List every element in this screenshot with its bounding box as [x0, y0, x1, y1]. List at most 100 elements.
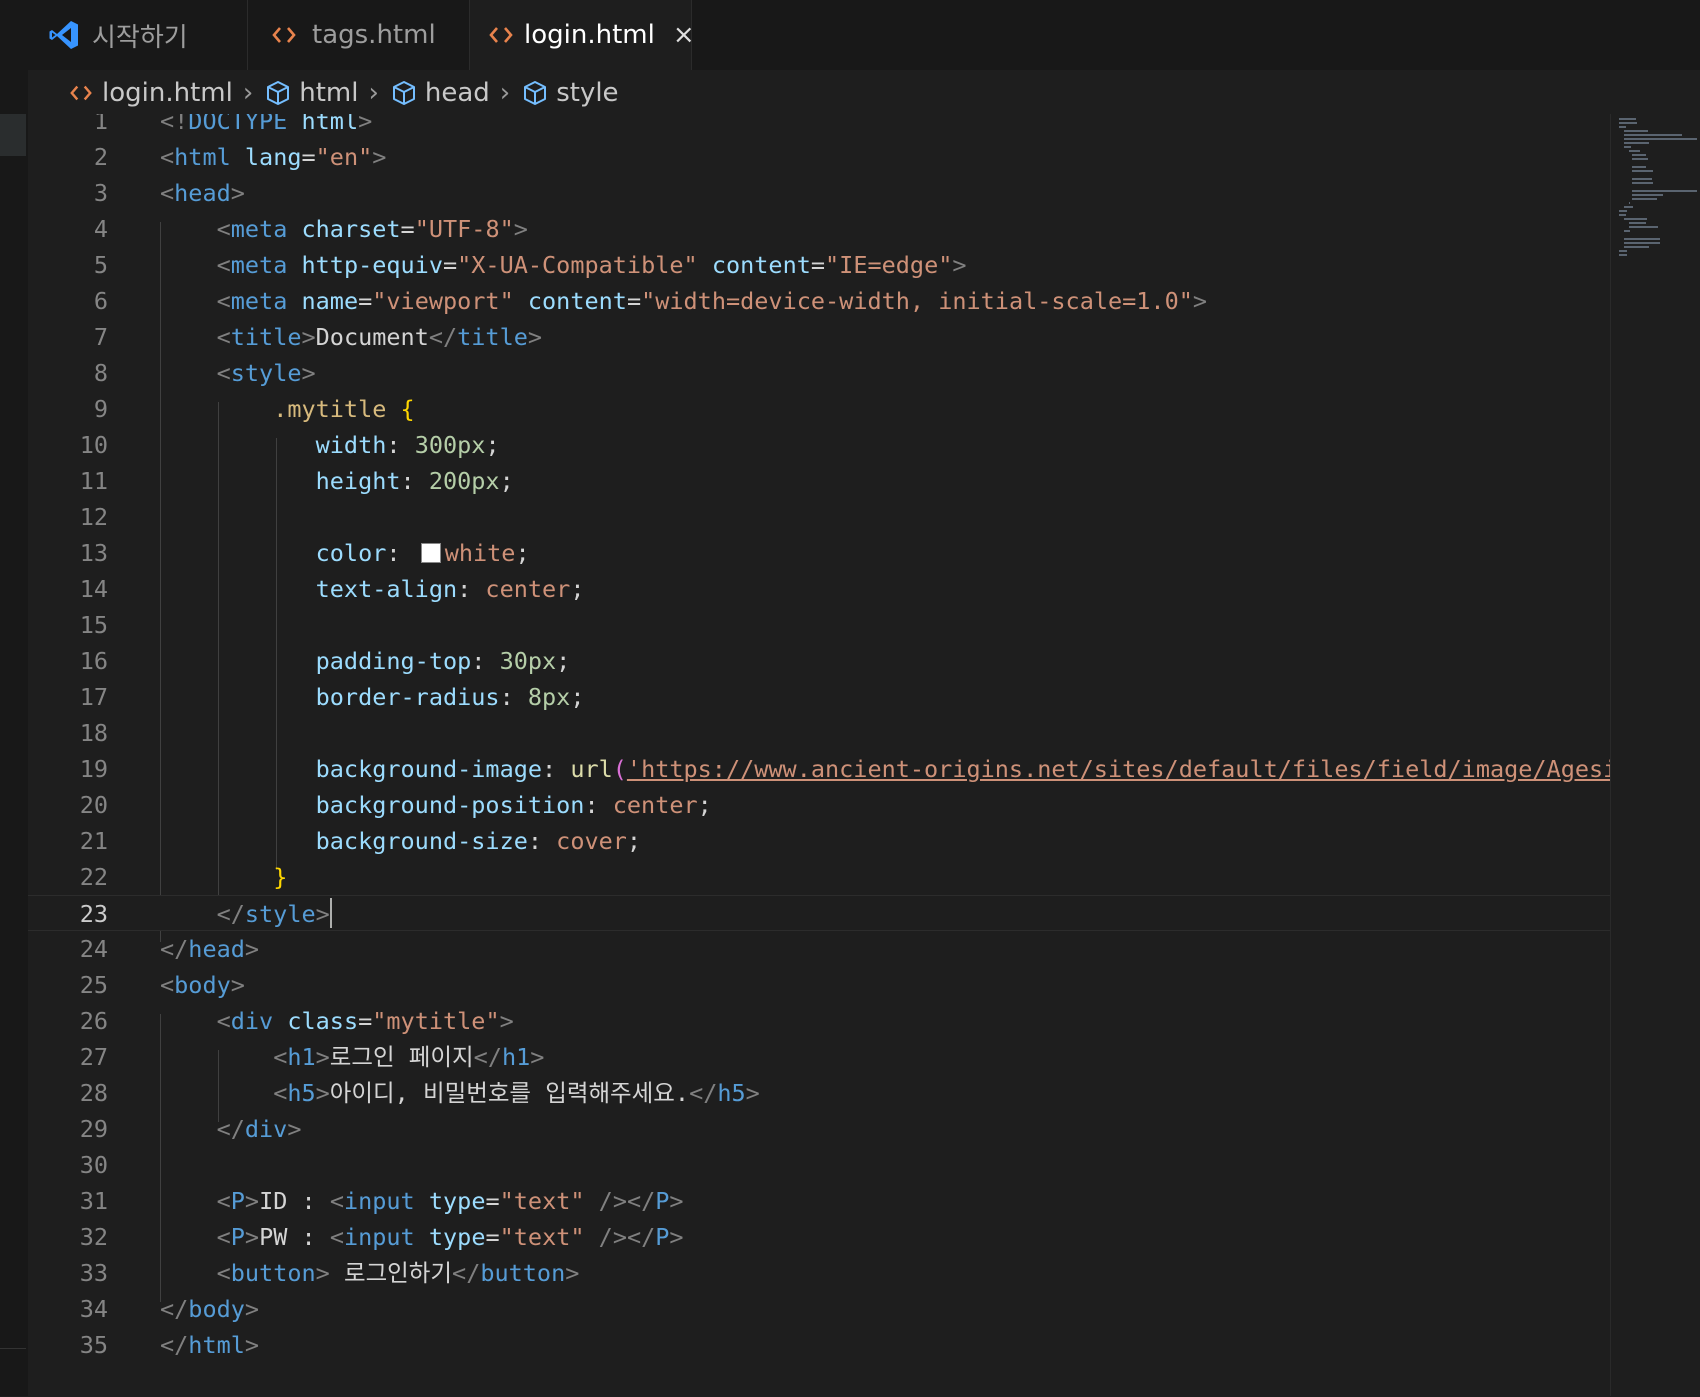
code-line[interactable]: 32 <P>PW : <input type="text" /></P> — [28, 1219, 1610, 1255]
color-swatch-icon[interactable] — [420, 543, 441, 563]
code-line[interactable]: 3 <head> — [28, 175, 1610, 211]
code-line[interactable]: 33 <button> 로그인하기</button> — [28, 1255, 1610, 1291]
minimap-line — [1632, 178, 1652, 180]
token-text: PW : — [259, 1223, 330, 1251]
token-punct: </ — [216, 1115, 245, 1143]
code-line[interactable]: 23 </style> — [28, 895, 1610, 931]
token-prop: background-size — [315, 827, 528, 855]
code-line[interactable]: 12 — [28, 499, 1610, 535]
code-line[interactable]: 8 <style> — [28, 355, 1610, 391]
minimap-line — [1628, 226, 1659, 228]
code-line[interactable]: 9 .mytitle { — [28, 391, 1610, 427]
token-brace: { — [400, 395, 415, 423]
token-punct: > — [372, 143, 387, 171]
element-box-icon — [263, 78, 293, 108]
code-text: <html lang="en"> — [160, 139, 386, 175]
code-text: <button> 로그인하기</button> — [160, 1255, 580, 1291]
code-line[interactable]: 28 <h5>아이디, 비밀번호를 입력해주세요.</h5> — [28, 1075, 1610, 1111]
breadcrumb-item-style[interactable]: style — [520, 78, 619, 108]
token-attr: lang — [244, 143, 302, 171]
token-attr: charset — [301, 215, 401, 243]
code-line[interactable]: 1 <!DOCTYPE html> — [28, 114, 1610, 139]
breadcrumb-item-file[interactable]: login.html — [66, 78, 233, 108]
token-punct: > — [244, 1187, 260, 1215]
code-line[interactable]: 20 background-position: center; — [28, 787, 1610, 823]
code-line[interactable]: 25 <body> — [28, 967, 1610, 1003]
code-line[interactable]: 16 padding-top: 30px; — [28, 643, 1610, 679]
line-number: 35 — [79, 1331, 108, 1359]
token-tag: h5 — [287, 1079, 316, 1107]
line-number: 23 — [79, 900, 108, 928]
code-text: <h1>로그인 페이지</h1> — [160, 1039, 544, 1075]
code-text: <meta name="viewport" content="width=dev… — [160, 283, 1207, 319]
tab-tags-html[interactable]: tags.html — [248, 0, 470, 70]
minimap[interactable] — [1610, 114, 1700, 1396]
code-line[interactable]: 34 </body> — [28, 1291, 1610, 1327]
code-line[interactable]: 7 <title>Document</title> — [28, 319, 1610, 355]
minimap-line — [1623, 238, 1661, 240]
code-line[interactable]: 2 <html lang="en"> — [28, 139, 1610, 175]
token-text: ID : — [259, 1187, 330, 1215]
breadcrumb-item-html[interactable]: html — [263, 78, 358, 108]
close-icon[interactable]: × — [673, 20, 695, 50]
token-punct: > — [301, 323, 316, 351]
token-text: = — [485, 1223, 500, 1251]
tab-getting-started[interactable]: 시작하기 — [28, 0, 248, 70]
code-line[interactable]: 6 <meta name="viewport" content="width=d… — [28, 283, 1610, 319]
token-punct: > — [301, 359, 316, 387]
line-number: 19 — [79, 755, 108, 783]
code-text: <meta charset="UTF-8"> — [160, 211, 528, 247]
token-punct: </ — [160, 1331, 189, 1359]
code-line[interactable]: 10 width: 300px; — [28, 427, 1610, 463]
code-line[interactable]: 5 <meta http-equiv="X-UA-Compatible" con… — [28, 247, 1610, 283]
token-attr: class — [287, 1007, 359, 1035]
line-number: 29 — [79, 1115, 108, 1143]
code-text: border-radius: 8px; — [160, 679, 585, 715]
code-line[interactable]: 17 border-radius: 8px; — [28, 679, 1610, 715]
token-prop: text-align — [315, 575, 458, 603]
tab-login-html[interactable]: login.html × — [470, 0, 695, 70]
code-line[interactable]: 24 </head> — [28, 931, 1610, 967]
activity-bar-bottom-item[interactable] — [0, 1348, 26, 1397]
code-line[interactable]: 18 — [28, 715, 1610, 751]
token-punct: < — [160, 179, 175, 207]
code-line[interactable]: 26 <div class="mytitle"> — [28, 1003, 1610, 1039]
token-punct: > — [565, 1259, 580, 1287]
code-line[interactable]: 29 </div> — [28, 1111, 1610, 1147]
code-line[interactable]: 21 background-size: cover; — [28, 823, 1610, 859]
code-line[interactable]: 11 height: 200px; — [28, 463, 1610, 499]
code-line[interactable]: 31 <P>ID : <input type="text" /></P> — [28, 1183, 1610, 1219]
code-editor[interactable]: 1 <!DOCTYPE html> 2 <html lang="en"> 3 <head>… — [28, 114, 1610, 1396]
token-str: "UTF-8" — [414, 215, 514, 243]
token-prop: width — [315, 431, 387, 459]
token-punct: > — [745, 1079, 760, 1107]
token-punct: < — [216, 323, 231, 351]
token-punct: > — [315, 1259, 330, 1287]
chevron-right-icon: › — [368, 78, 379, 108]
code-text: <title>Document</title> — [160, 319, 542, 355]
code-line[interactable]: 14 text-align: center; — [28, 571, 1610, 607]
minimap-line — [1628, 202, 1630, 204]
code-line[interactable]: 22 } — [28, 859, 1610, 895]
code-line[interactable]: 15 — [28, 607, 1610, 643]
breadcrumb-label: head — [424, 78, 490, 108]
token-tag: meta — [230, 287, 288, 315]
line-number: 28 — [79, 1079, 108, 1107]
code-line[interactable]: 4 <meta charset="UTF-8"> — [28, 211, 1610, 247]
token-num: 8px — [527, 683, 571, 711]
code-line[interactable]: 27 <h1>로그인 페이지</h1> — [28, 1039, 1610, 1075]
breadcrumb-item-head[interactable]: head — [389, 78, 490, 108]
breadcrumb-label: html — [299, 78, 359, 108]
minimap-line — [1632, 158, 1648, 160]
code-line[interactable]: 13 color: white; — [28, 535, 1610, 571]
line-number: 17 — [79, 683, 108, 711]
code-line[interactable]: 19 background-image: url('https://www.an… — [28, 751, 1610, 787]
code-line[interactable]: 30 — [28, 1147, 1610, 1183]
activity-bar-selected-item[interactable] — [0, 114, 26, 156]
code-line[interactable]: 35 </html> — [28, 1327, 1610, 1363]
